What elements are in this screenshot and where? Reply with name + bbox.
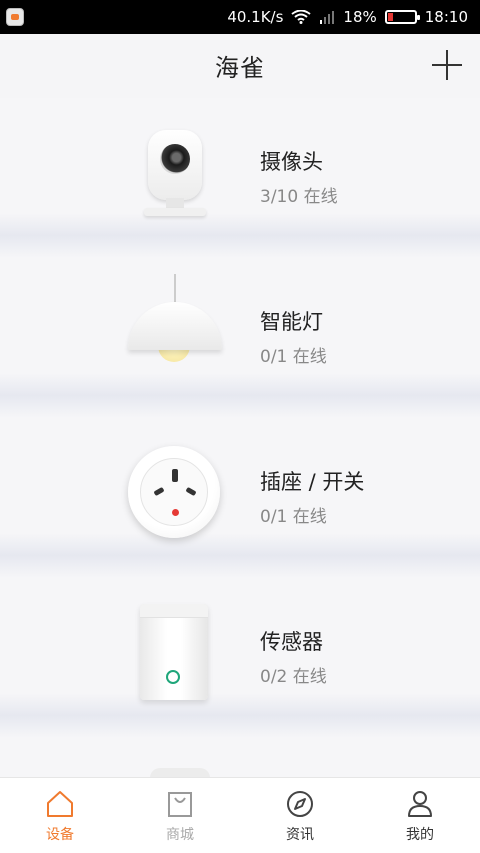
device-name: 插座 / 开关	[260, 470, 365, 494]
device-card-sensor[interactable]: 传感器 0/2 在线	[0, 578, 480, 738]
device-status: 0/2 在线	[260, 667, 327, 687]
device-card-camera[interactable]: 摄像头 3/10 在线	[0, 98, 480, 258]
home-icon	[47, 791, 73, 817]
device-status: 0/1 在线	[260, 507, 327, 527]
status-bar: 40.1K/s 18% 18:10	[0, 0, 480, 34]
app-header: 海雀	[0, 34, 480, 98]
app-notification-icon	[6, 8, 24, 26]
next-device-card-partial	[0, 738, 480, 778]
device-name: 摄像头	[260, 150, 323, 174]
tab-label: 设备	[46, 827, 74, 843]
device-status: 0/1 在线	[260, 347, 327, 367]
battery-percent: 18%	[343, 8, 377, 26]
bottom-tab-bar: 设备 商城 资讯 我的	[0, 777, 480, 853]
device-name: 智能灯	[260, 310, 323, 334]
socket-icon	[120, 438, 230, 548]
battery-level-fill	[387, 13, 393, 21]
device-card-socket[interactable]: 插座 / 开关 0/1 在线	[0, 418, 480, 578]
tab-devices[interactable]: 设备	[0, 778, 120, 853]
wifi-icon	[291, 10, 312, 24]
tab-label: 我的	[406, 827, 434, 843]
device-status: 3/10 在线	[260, 187, 338, 207]
device-card-lamp[interactable]: 智能灯 0/1 在线	[0, 258, 480, 418]
compass-icon	[287, 791, 313, 817]
lamp-icon	[120, 274, 230, 388]
camera-icon	[120, 118, 230, 228]
tab-label: 资讯	[286, 827, 314, 843]
sensor-icon	[120, 598, 230, 708]
device-name: 传感器	[260, 630, 323, 654]
page-title: 海雀	[215, 54, 265, 82]
shopping-bag-icon	[168, 792, 192, 817]
tab-store[interactable]: 商城	[120, 778, 240, 853]
tab-profile[interactable]: 我的	[360, 778, 480, 853]
tab-label: 商城	[166, 827, 194, 843]
clock: 18:10	[424, 8, 468, 26]
tab-news[interactable]: 资讯	[240, 778, 360, 853]
add-device-button[interactable]	[432, 50, 462, 80]
device-list: 摄像头 3/10 在线 智能灯 0/1 在线 插座 / 开关 0/1 在线 传感…	[0, 98, 480, 738]
status-bar-right: 40.1K/s 18% 18:10	[227, 0, 468, 34]
user-icon	[408, 791, 432, 817]
network-speed: 40.1K/s	[227, 8, 284, 26]
signal-icon	[319, 10, 335, 24]
app-screen: 40.1K/s 18% 18:10 海雀 摄像头 3/10 在线 智能灯 0/1…	[0, 0, 480, 853]
battery-icon	[384, 10, 420, 24]
